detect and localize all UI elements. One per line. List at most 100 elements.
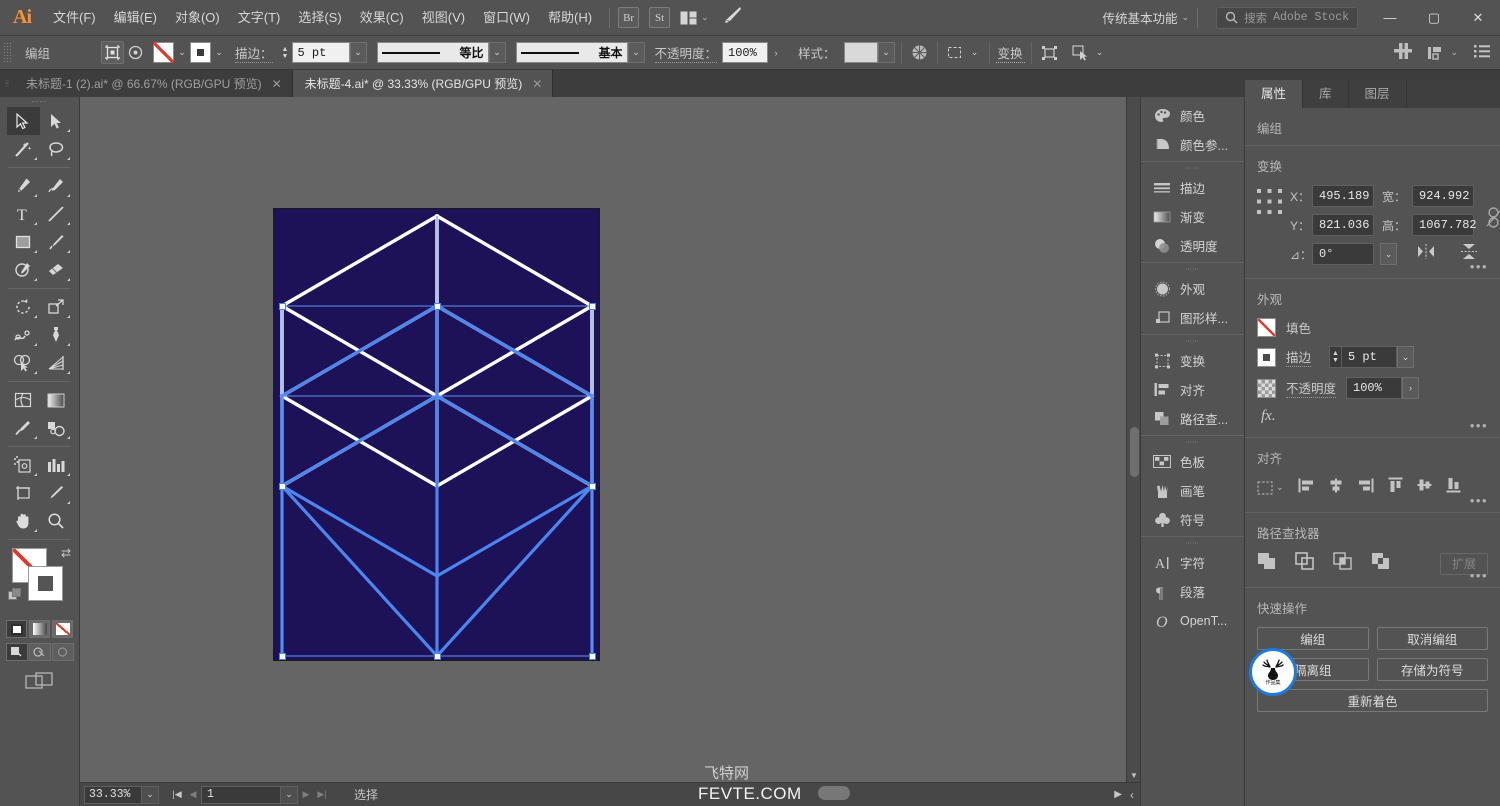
- canvas-vertical-scrollbar[interactable]: ▼: [1126, 97, 1140, 782]
- appearance-stroke-swatch[interactable]: [1257, 347, 1276, 367]
- dock-item-transparency[interactable]: 透明度: [1141, 231, 1244, 260]
- menu-window[interactable]: 窗口(W): [474, 0, 539, 36]
- dock-grip-5[interactable]: ⋯⋯: [1141, 539, 1244, 548]
- x-input[interactable]: 495.189: [1312, 185, 1374, 207]
- dock-item-color-guide[interactable]: 颜色参...: [1141, 130, 1244, 159]
- document-tab-1[interactable]: 未标题-1 (2).ai* @ 66.67% (RGB/GPU 预览) ✕: [14, 70, 293, 97]
- appearance-fill-swatch[interactable]: [1257, 318, 1276, 337]
- tab-properties[interactable]: 属性: [1245, 80, 1304, 108]
- free-transform-tool[interactable]: [40, 321, 73, 349]
- align-bottom-icon[interactable]: [1446, 477, 1461, 498]
- tab-bar-grip[interactable]: ⦙⦙: [0, 70, 14, 97]
- dock-item-stroke[interactable]: 描边: [1141, 173, 1244, 202]
- edit-contents-icon[interactable]: [124, 41, 147, 64]
- type-tool[interactable]: T: [7, 200, 40, 228]
- canvas-horizontal-scrollbar-thumb[interactable]: [818, 786, 850, 800]
- intersect-icon[interactable]: [1333, 552, 1353, 575]
- brush-definition-select[interactable]: 基本: [515, 42, 628, 63]
- default-fill-stroke-icon[interactable]: [8, 588, 22, 607]
- menu-object[interactable]: 对象(O): [166, 0, 229, 36]
- stroke-dropdown-arrow[interactable]: ⌄: [211, 42, 227, 64]
- select-menu-arrow[interactable]: ⌄: [1092, 42, 1108, 64]
- align-options-icon[interactable]: ⌄: [1428, 45, 1458, 61]
- dock-grip-1[interactable]: ⋯⋯: [1141, 164, 1244, 173]
- align-top-icon[interactable]: [1388, 477, 1403, 498]
- selection-tool[interactable]: [6, 107, 40, 135]
- angle-input[interactable]: 0°: [1312, 243, 1374, 265]
- lasso-tool[interactable]: [40, 135, 73, 163]
- stroke-color-swatch[interactable]: [190, 42, 211, 63]
- align-center-h-icon[interactable]: [1328, 478, 1344, 498]
- stroke-weight-dropdown[interactable]: ⌄: [349, 42, 367, 63]
- dock-grip-4[interactable]: ⋯⋯: [1141, 438, 1244, 447]
- first-artboard-button[interactable]: |◀: [169, 785, 185, 805]
- align-to-chevron-icon[interactable]: ⌄: [1276, 482, 1284, 493]
- status-collapse-arrow[interactable]: ‹: [1130, 788, 1134, 802]
- menu-effect[interactable]: 效果(C): [351, 0, 413, 36]
- dock-item-color[interactable]: 颜色: [1141, 101, 1244, 130]
- tab-layers[interactable]: 图层: [1349, 80, 1407, 108]
- constrain-proportions-icon[interactable]: [1485, 185, 1500, 234]
- prev-artboard-button[interactable]: ◀: [185, 785, 201, 805]
- dock-item-pathfinder[interactable]: 路径查...: [1141, 404, 1244, 433]
- bridge-icon[interactable]: Br: [618, 7, 640, 28]
- stroke-swatch-large[interactable]: [28, 566, 63, 601]
- appearance-stroke-stepper[interactable]: ▲ ▼: [1329, 346, 1343, 368]
- dock-item-symbols[interactable]: 符号: [1141, 505, 1244, 534]
- document-tab-2-close-icon[interactable]: ✕: [532, 77, 542, 91]
- artboard-number-value[interactable]: 1: [201, 785, 281, 804]
- tools-panel-grip[interactable]: ⋯⋯: [0, 97, 79, 107]
- shaper-tool[interactable]: [7, 256, 40, 284]
- stock-icon[interactable]: St: [649, 7, 671, 28]
- swap-fill-stroke-icon[interactable]: ⇄: [61, 546, 71, 560]
- workspace-switcher-label[interactable]: 传统基本功能: [1103, 8, 1182, 27]
- minus-front-icon[interactable]: [1295, 552, 1315, 575]
- menu-edit[interactable]: 编辑(E): [105, 0, 166, 36]
- menu-select[interactable]: 选择(S): [289, 0, 350, 36]
- anchor-handle[interactable]: [434, 303, 441, 310]
- group-button[interactable]: 编组: [1257, 627, 1369, 650]
- recolor-artwork-icon[interactable]: [908, 41, 931, 64]
- artboard-dropdown-arrow[interactable]: ⌄: [281, 785, 298, 804]
- opacity-expand-arrow[interactable]: ›: [768, 42, 784, 64]
- direct-selection-tool[interactable]: [40, 107, 73, 135]
- opacity-value[interactable]: 100%: [722, 42, 769, 63]
- artboard-tool[interactable]: [7, 479, 40, 507]
- dock-item-character[interactable]: A 字符: [1141, 548, 1244, 577]
- line-segment-tool[interactable]: [40, 200, 73, 228]
- rectangle-tool[interactable]: [7, 228, 40, 256]
- select-similar-icon[interactable]: [944, 41, 967, 64]
- stock-search-input[interactable]: 搜索 Adobe Stock: [1216, 6, 1358, 29]
- reference-point-selector[interactable]: [1257, 185, 1282, 219]
- dock-item-transform[interactable]: 变换: [1141, 346, 1244, 375]
- height-input[interactable]: 1067.782: [1412, 214, 1477, 236]
- zoom-control[interactable]: 33.33% ⌄: [84, 785, 159, 804]
- perspective-grid-tool[interactable]: [40, 349, 73, 377]
- appearance-stroke-dropdown[interactable]: ⌄: [1397, 346, 1415, 368]
- appearance-opacity-value[interactable]: 100%: [1346, 377, 1403, 399]
- align-objects-icon[interactable]: [1038, 41, 1061, 64]
- discover-icon[interactable]: [723, 6, 743, 29]
- curvature-tool[interactable]: [40, 172, 73, 200]
- slice-tool[interactable]: [40, 479, 73, 507]
- fill-color-swatch[interactable]: [153, 42, 174, 63]
- canvas-area[interactable]: [80, 97, 1140, 782]
- appearance-more-options[interactable]: •••: [1470, 418, 1488, 433]
- dock-item-brushes[interactable]: 画笔: [1141, 476, 1244, 505]
- arrange-documents-icon[interactable]: ⌄: [680, 11, 709, 25]
- anchor-handle[interactable]: [434, 653, 441, 660]
- document-tab-2[interactable]: 未标题-4.ai* @ 33.33% (RGB/GPU 预览) ✕: [292, 70, 554, 97]
- none-swatch-button[interactable]: [52, 620, 73, 638]
- appearance-opacity-expand[interactable]: ›: [1402, 377, 1420, 399]
- transform-more-options[interactable]: •••: [1470, 259, 1488, 274]
- menu-help[interactable]: 帮助(H): [539, 0, 601, 36]
- dock-item-appearance[interactable]: 外观: [1141, 274, 1244, 303]
- pathfinder-more-options[interactable]: •••: [1470, 568, 1488, 583]
- magic-wand-tool[interactable]: [7, 135, 40, 163]
- stroke-weight-control[interactable]: ▲ ▼ 5 pt ⌄: [279, 42, 367, 63]
- scroll-down-arrow-icon[interactable]: ▼: [1127, 768, 1141, 782]
- zoom-tool[interactable]: [40, 507, 73, 535]
- select-menu-icon[interactable]: [1069, 41, 1092, 64]
- draw-behind-icon[interactable]: [28, 643, 51, 661]
- dock-item-graphic-styles[interactable]: 图形样...: [1141, 303, 1244, 332]
